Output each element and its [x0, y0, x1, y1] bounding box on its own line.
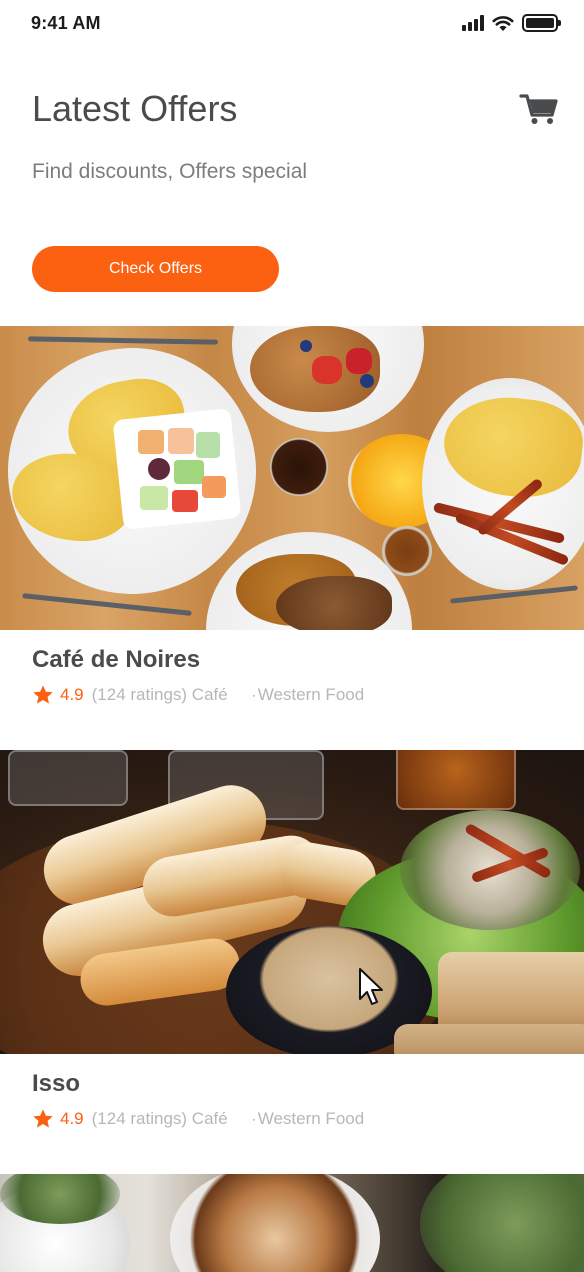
battery-icon: [522, 14, 561, 32]
restaurant-card[interactable]: [0, 1174, 584, 1272]
restaurant-image: [0, 326, 584, 630]
cuisine-label: Western Food: [257, 1109, 365, 1128]
restaurant-card[interactable]: Isso 4.9 (124 ratings) Café · Western Fo…: [0, 750, 584, 1170]
status-icons: [462, 14, 561, 32]
wifi-icon: [492, 15, 514, 31]
separator-dot: ·: [251, 688, 256, 702]
separator-dot: ·: [251, 1112, 256, 1126]
page-subtitle: Find discounts, Offers special: [32, 160, 308, 183]
restaurant-meta: 4.9 (124 ratings) Café · Western Food: [32, 1108, 364, 1130]
restaurant-image: [0, 750, 584, 1054]
restaurant-card[interactable]: Café de Noires 4.9 (124 ratings) Café · …: [0, 326, 584, 746]
check-offers-button[interactable]: Check Offers: [32, 246, 279, 292]
star-icon: [33, 1109, 53, 1128]
ratings-count: (124 ratings) Café: [91, 1109, 228, 1128]
cart-icon[interactable]: [519, 92, 559, 126]
ratings-count: (124 ratings) Café: [91, 685, 228, 704]
status-time: 9:41 AM: [31, 13, 101, 33]
restaurant-meta: 4.9 (124 ratings) Café · Western Food: [32, 684, 364, 706]
rating-value: 4.9: [60, 1109, 84, 1128]
status-bar: 9:41 AM: [0, 0, 584, 48]
restaurant-name[interactable]: Café de Noires: [32, 646, 200, 674]
cuisine-label: Western Food: [257, 685, 365, 704]
signal-icon: [462, 15, 484, 31]
restaurant-image: [0, 1174, 584, 1272]
star-icon: [33, 685, 53, 704]
restaurant-name[interactable]: Isso: [32, 1070, 80, 1098]
mouse-cursor-icon: [359, 968, 383, 1005]
rating-value: 4.9: [60, 685, 84, 704]
page-title: Latest Offers: [32, 88, 238, 129]
